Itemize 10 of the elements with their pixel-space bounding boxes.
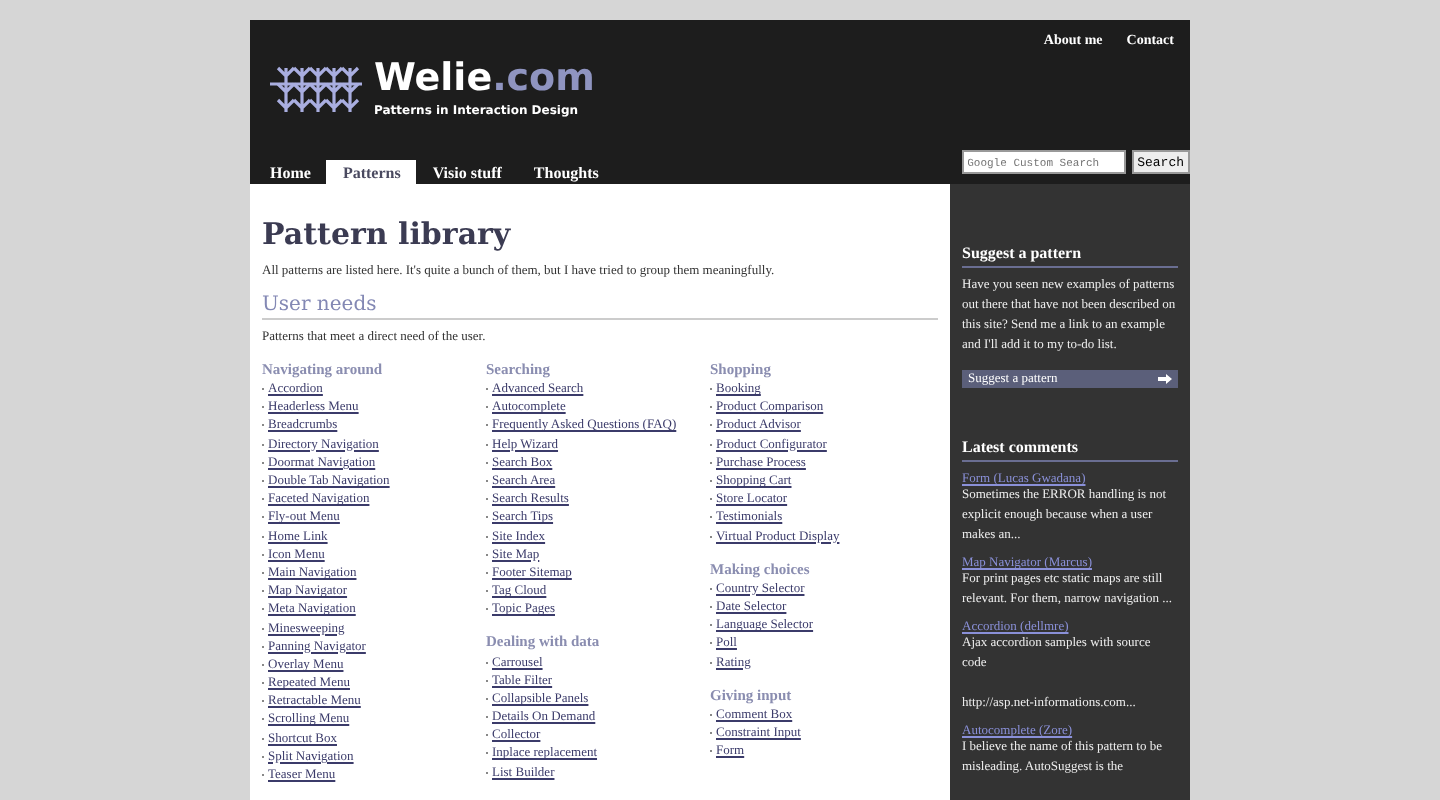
nav-tab[interactable]: Patterns — [326, 160, 417, 184]
nav-tab[interactable]: Thoughts — [517, 160, 615, 184]
section-heading: User needs — [262, 294, 938, 320]
page-title: Pattern library — [262, 216, 513, 252]
site-logo[interactable]: Welie.com — [374, 59, 595, 97]
sidebar-heading: Suggest a pattern — [962, 244, 1178, 268]
nav-tab[interactable]: Home — [254, 160, 327, 184]
nav-tab[interactable]: Visio stuff — [416, 160, 518, 184]
sidebar-heading: Latest comments — [962, 438, 1178, 462]
arrow-icon — [1158, 374, 1172, 384]
